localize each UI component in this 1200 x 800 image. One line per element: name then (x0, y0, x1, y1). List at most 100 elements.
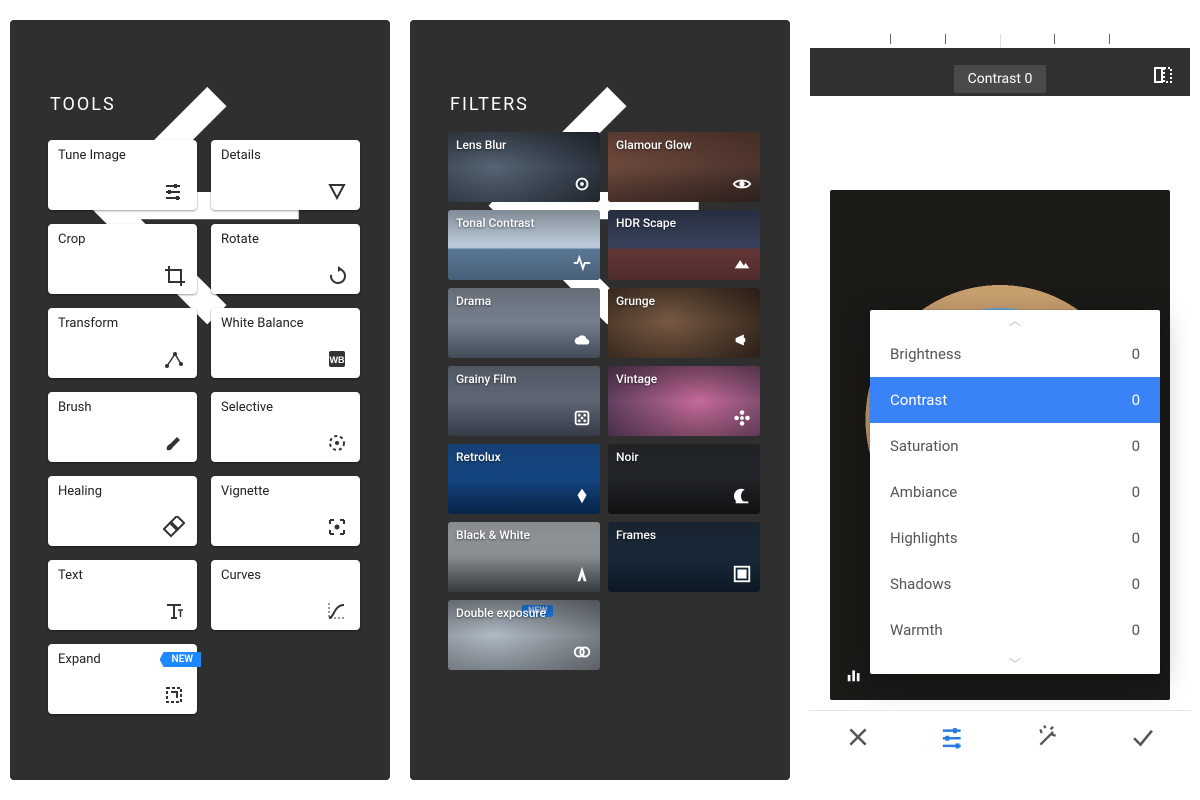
adjust-sliders-button[interactable] (939, 723, 967, 751)
adjust-row-ambiance[interactable]: Ambiance0 (870, 469, 1160, 515)
compare-icon[interactable] (1152, 64, 1174, 86)
filter-label: Retrolux (456, 450, 501, 464)
tool-label: Tune Image (58, 148, 187, 163)
dice-icon (572, 408, 592, 428)
filter-tonal-contrast[interactable]: Tonal Contrast (448, 210, 600, 280)
adjust-value: 0 (1132, 345, 1140, 363)
adjust-value: 0 (1132, 621, 1140, 639)
filter-label: Glamour Glow (616, 138, 692, 152)
filter-label: Noir (616, 450, 639, 464)
filter-label: Lens Blur (456, 138, 506, 152)
adjust-value: 0 (1132, 483, 1140, 501)
tool-brush[interactable]: Brush (48, 392, 197, 462)
adjust-row-saturation[interactable]: Saturation 0 (870, 423, 1160, 469)
filter-retrolux[interactable]: Retrolux (448, 444, 600, 514)
tool-label: Selective (221, 400, 350, 415)
filter-hdr-scape[interactable]: HDR Scape (608, 210, 760, 280)
curves-icon (326, 600, 348, 622)
tool-curves[interactable]: Curves (211, 560, 360, 630)
tool-tune-image[interactable]: Tune Image (48, 140, 197, 210)
megaphone-icon (732, 330, 752, 350)
tool-label: White Balance (221, 316, 350, 331)
filter-label: Tonal Contrast (456, 216, 534, 230)
wb-icon (326, 348, 348, 370)
adjust-top-bar: Contrast 0 (810, 48, 1190, 96)
tool-details[interactable]: Details (211, 140, 360, 210)
filter-black-white[interactable]: Black & White (448, 522, 600, 592)
adjust-name: Shadows (890, 575, 951, 593)
filter-grunge[interactable]: Grunge (608, 288, 760, 358)
filter-double-exposure[interactable]: Double exposureNEW (448, 600, 600, 670)
adjust-row-brightness[interactable]: Brightness 0 (870, 331, 1160, 377)
tool-vignette[interactable]: Vignette (211, 476, 360, 546)
rotate-icon (326, 264, 348, 286)
filter-label: Frames (616, 528, 656, 542)
tool-label: Details (221, 148, 350, 163)
filter-label: Double exposure (456, 606, 546, 620)
filter-label: HDR Scape (616, 216, 676, 230)
tool-selective[interactable]: Selective (211, 392, 360, 462)
histogram-icon[interactable] (844, 664, 866, 684)
filter-vintage[interactable]: Vintage (608, 366, 760, 436)
eiffel-icon (572, 564, 592, 584)
details-icon (326, 180, 348, 202)
healing-icon (163, 516, 185, 538)
pulse-icon (572, 252, 592, 272)
adjust-row-shadows[interactable]: Shadows 0 (870, 561, 1160, 607)
auto-magic-button[interactable] (1034, 723, 1062, 751)
filter-lens-blur[interactable]: Lens Blur (448, 132, 600, 202)
adjust-name: Saturation (890, 437, 959, 455)
frame-icon (732, 564, 752, 584)
filter-frames[interactable]: Frames (608, 522, 760, 592)
adjust-name: Warmth (890, 621, 943, 639)
crop-icon (163, 264, 185, 286)
mountain-icon (732, 252, 752, 272)
adjust-name: Brightness (890, 345, 961, 363)
adjust-value: 0 (1132, 529, 1140, 547)
adjust-value: 0 (1132, 575, 1140, 593)
filter-label: Drama (456, 294, 491, 308)
sliders-icon (163, 180, 185, 202)
apply-button[interactable] (1129, 723, 1157, 751)
filters-screen: FILTERS Lens Blur Glamour Glow Tonal Contr… (410, 20, 790, 780)
filter-grainy-film[interactable]: Grainy Film (448, 366, 600, 436)
transform-icon (163, 348, 185, 370)
adjust-row-warmth[interactable]: Warmth 0 (870, 607, 1160, 653)
target-icon (572, 174, 592, 194)
chevron-up-icon: ︿ (870, 310, 1160, 331)
vignette-icon (326, 516, 348, 538)
tool-transform[interactable]: Transform (48, 308, 197, 378)
expand-icon (163, 684, 185, 706)
adjust-row-contrast[interactable]: Contrast0 (870, 377, 1160, 423)
flower-icon (732, 408, 752, 428)
tune-image-screen: Contrast 0 ︿ Brightness0Contrast0Saturat… (810, 20, 1190, 780)
adjust-row-highlights[interactable]: Highlights0 (870, 515, 1160, 561)
filter-noir[interactable]: Noir (608, 444, 760, 514)
kite-icon (572, 486, 592, 506)
cancel-button[interactable] (844, 723, 872, 751)
text-icon (163, 600, 185, 622)
tool-white-balance[interactable]: White Balance (211, 308, 360, 378)
filter-glamour-glow[interactable]: Glamour Glow (608, 132, 760, 202)
moon-icon (732, 486, 752, 506)
filter-drama[interactable]: Drama (448, 288, 600, 358)
adjustments-panel[interactable]: ︿ Brightness0Contrast0Saturation0Ambianc… (870, 310, 1160, 674)
new-badge: NEW (160, 652, 202, 667)
filter-label: Grunge (616, 294, 655, 308)
cloud-icon (572, 330, 592, 350)
filter-label: Vintage (616, 372, 657, 386)
tool-crop[interactable]: Crop (48, 224, 197, 294)
tool-label: Text (58, 568, 187, 583)
page-title: FILTERS (450, 94, 529, 115)
tool-text[interactable]: Text (48, 560, 197, 630)
filter-label: Black & White (456, 528, 530, 542)
current-adjust-chip: Contrast 0 (954, 65, 1047, 93)
tool-rotate[interactable]: Rotate (211, 224, 360, 294)
tool-expand[interactable]: ExpandNEW (48, 644, 197, 714)
tool-label: Brush (58, 400, 187, 415)
tool-label: Healing (58, 484, 187, 499)
tool-label: Vignette (221, 484, 350, 499)
double-icon (572, 642, 592, 662)
tool-healing[interactable]: Healing (48, 476, 197, 546)
adjust-value: 0 (1132, 437, 1140, 455)
